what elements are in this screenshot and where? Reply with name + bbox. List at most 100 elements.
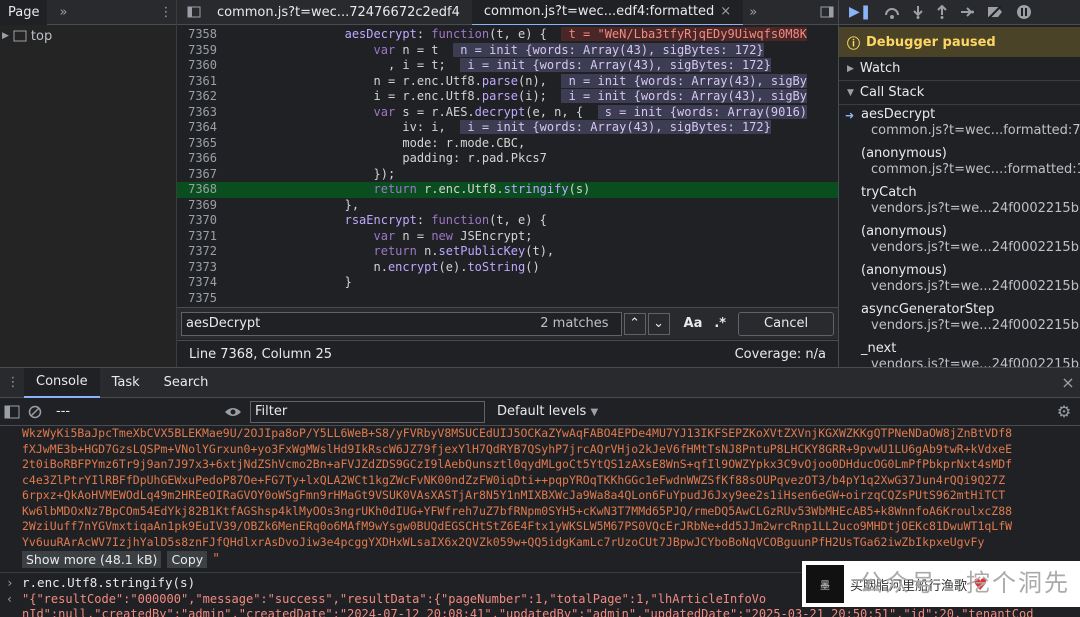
context-selector[interactable]: --- — [56, 404, 216, 419]
tab-search[interactable]: Search — [152, 368, 221, 398]
filter-input[interactable]: Filter — [250, 400, 485, 423]
close-icon[interactable]: × — [720, 4, 731, 19]
frame-location-link[interactable]: vendors.js?t=we...24f0002215bb:2 — [861, 201, 1080, 217]
coverage-status[interactable]: Coverage: n/a — [735, 347, 826, 362]
tab-page[interactable]: Page — [0, 0, 48, 25]
frame-location-link[interactable]: vendors.js?t=we...24f0002215bb:2 — [861, 318, 1080, 334]
watch-section-header[interactable]: ▶ Watch — [839, 57, 1080, 81]
call-stack-section-header[interactable]: ▼ Call Stack — [839, 81, 1080, 105]
next-match-button[interactable]: ⌄ — [647, 312, 670, 335]
line-number[interactable]: 7372 — [177, 244, 223, 260]
close-icon[interactable]: × — [1056, 373, 1080, 392]
frame-location-link[interactable]: vendors.js?t=we...24f0002215bb:2 — [861, 357, 1080, 367]
sidebar-toggle-icon[interactable] — [4, 405, 20, 419]
code-line[interactable]: 7370 rsaEncrypt: function(t, e) { — [177, 213, 838, 229]
show-more-button[interactable]: Show more (48.1 kB) — [22, 550, 162, 568]
kebab-menu-icon[interactable]: ⋮ — [156, 5, 176, 20]
code-line[interactable]: 7358 aesDecrypt: function(t, e) { t = "W… — [177, 27, 838, 43]
pause-on-exceptions-icon[interactable] — [1016, 4, 1032, 20]
deactivate-breakpoints-icon[interactable] — [986, 5, 1004, 19]
code-line[interactable]: 7364 iv: i, i = init {words: Array(43), … — [177, 120, 838, 136]
code-line[interactable]: 7367 }); — [177, 167, 838, 183]
line-number[interactable]: 7361 — [177, 74, 223, 90]
step-icon[interactable] — [960, 5, 974, 19]
call-frame[interactable]: _next vendors.js?t=we...24f0002215bb:2 — [839, 339, 1080, 367]
resume-icon[interactable]: ▶❚ — [849, 4, 872, 20]
line-number[interactable]: 7370 — [177, 213, 223, 229]
console-toolbar: --- Filter Default levels ▼ ⚙ — [0, 398, 1080, 426]
line-number[interactable]: 7362 — [177, 89, 223, 105]
call-frame[interactable]: (anonymous) vendors.js?t=we...24f0002215b… — [839, 261, 1080, 300]
code-line[interactable]: 7369 }, — [177, 198, 838, 214]
line-number[interactable]: 7363 — [177, 105, 223, 121]
call-frame[interactable]: asyncGeneratorStep vendors.js?t=we...24f0… — [839, 300, 1080, 339]
toggle-debugger-icon[interactable] — [816, 6, 838, 18]
step-over-icon[interactable] — [884, 5, 900, 19]
code-line[interactable]: 7361 n = r.enc.Utf8.parse(n), n = init {… — [177, 73, 838, 90]
line-number[interactable]: 7371 — [177, 229, 223, 245]
call-frame[interactable]: (anonymous) vendors.js?t=we...24f0002215b… — [839, 222, 1080, 261]
call-frame[interactable]: (anonymous) common.js?t=wec...:formatted:… — [839, 144, 1080, 183]
navigator-tabbar: Page » ⋮ — [0, 0, 176, 25]
log-string-line: 6rpxz+QkAoHVMEWOdLq49m2HREeOIRaGVOY0oWSg… — [22, 488, 1006, 502]
code-area[interactable]: 7358 aesDecrypt: function(t, e) { t = "W… — [177, 27, 838, 305]
toggle-navigator-icon[interactable] — [183, 6, 205, 18]
code-line[interactable]: 7372 return n.setPublicKey(t), — [177, 244, 838, 260]
frame-location-link[interactable]: common.js?t=wec...formatted:736 — [861, 123, 1080, 139]
tab-common-js-formatted[interactable]: common.js?t=wec...edf4:formatted × — [471, 0, 744, 25]
line-number[interactable]: 7359 — [177, 43, 223, 59]
line-number[interactable]: 7365 — [177, 136, 223, 152]
line-number[interactable]: 7358 — [177, 27, 223, 43]
code-line[interactable]: 7365 mode: r.mode.CBC, — [177, 136, 838, 152]
search-input[interactable]: aesDecrypt 2 matches — [181, 311, 622, 336]
line-number[interactable]: 7360 — [177, 58, 223, 74]
step-into-icon[interactable] — [912, 5, 924, 19]
eye-icon[interactable] — [224, 406, 242, 418]
frame-location-link[interactable]: vendors.js?t=we...24f0002215bb:2 — [861, 240, 1080, 256]
line-number[interactable]: 7367 — [177, 167, 223, 183]
line-number[interactable]: 7373 — [177, 260, 223, 276]
cancel-button[interactable]: Cancel — [738, 311, 835, 336]
gear-icon[interactable]: ⚙ — [1052, 402, 1076, 421]
paused-label: Debugger paused — [866, 34, 996, 50]
line-number[interactable]: 7375 — [177, 291, 223, 306]
line-number[interactable]: 7364 — [177, 120, 223, 136]
line-code: return n.setPublicKey(t), — [373, 244, 555, 258]
code-line[interactable]: 7360 , i = t; i = init {words: Array(43)… — [177, 58, 838, 74]
kebab-menu-icon[interactable]: ⋮ — [2, 375, 24, 390]
copy-button[interactable]: Copy — [167, 550, 208, 568]
line-code: return r.enc.Utf8.stringify(s) — [373, 182, 591, 196]
line-number[interactable]: 7366 — [177, 151, 223, 167]
clear-console-icon[interactable] — [28, 405, 42, 419]
code-line[interactable]: 7374 } — [177, 275, 838, 291]
chevron-double-right-icon[interactable]: » — [53, 5, 73, 20]
previous-match-button[interactable]: ⌃ — [623, 312, 646, 335]
line-number[interactable]: 7374 — [177, 275, 223, 291]
expand-arrow-icon[interactable]: ▶ — [2, 31, 9, 41]
tab-common-js[interactable]: common.js?t=wec...72476672c2edf4 — [205, 0, 472, 25]
code-line[interactable]: 7366 padding: r.pad.Pkcs7 — [177, 151, 838, 167]
code-line[interactable]: 7371 var n = new JSEncrypt; — [177, 229, 838, 245]
tab-console[interactable]: Console — [24, 367, 100, 398]
line-number[interactable]: 7369 — [177, 198, 223, 214]
tree-item-top[interactable]: ▶ top — [0, 25, 176, 47]
code-line[interactable]: 7362 i = r.enc.Utf8.parse(i); i = init {… — [177, 89, 838, 105]
regex-button[interactable]: .* — [714, 316, 726, 331]
call-frame[interactable]: ➜ aesDecrypt common.js?t=wec...formatted:7… — [839, 105, 1080, 144]
tab-task[interactable]: Task — [100, 368, 152, 398]
log-levels-dropdown[interactable]: Default levels ▼ — [497, 404, 598, 419]
call-frame[interactable]: tryCatch vendors.js?t=we...24f0002215bb:2 — [839, 183, 1080, 222]
frame-location-link[interactable]: vendors.js?t=we...24f0002215bb:2 — [861, 279, 1080, 295]
drawer-tabbar: ⋮ Console Task Search × — [0, 367, 1080, 398]
line-code: }); — [229, 166, 396, 181]
code-line[interactable]: 7359 var n = t n = init {words: Array(43… — [177, 42, 838, 59]
code-line[interactable]: 7368 return r.enc.Utf8.stringify(s) — [177, 182, 838, 198]
code-line[interactable]: 7363 var s = r.AES.decrypt(e, n, { s = i… — [177, 104, 838, 121]
chevron-double-right-icon[interactable]: » — [743, 5, 763, 20]
line-number[interactable]: 7368 — [177, 182, 223, 198]
frame-location-link[interactable]: common.js?t=wec...:formatted:124 — [861, 162, 1080, 178]
code-line[interactable]: 7373 n.encrypt(e).toString() — [177, 260, 838, 276]
code-line[interactable]: 7375 — [177, 291, 838, 306]
match-case-button[interactable]: Aa — [684, 316, 703, 331]
step-out-icon[interactable] — [936, 5, 948, 19]
